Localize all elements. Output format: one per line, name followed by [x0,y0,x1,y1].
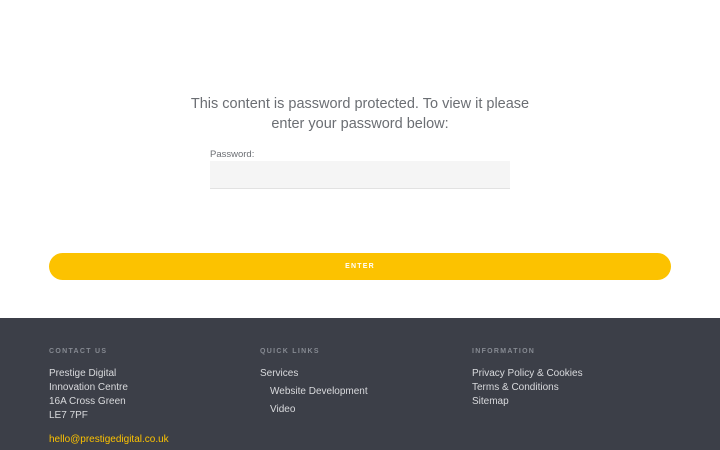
password-input[interactable] [210,161,510,189]
footer-information-column: INFORMATION Privacy Policy & Cookies Ter… [472,348,583,409]
address-line: LE7 7PF [49,410,88,421]
privacy-policy-link[interactable]: Privacy Policy & Cookies [472,367,583,381]
address-line: Innovation Centre [49,382,128,393]
footer-quick-links-column: QUICK LINKS Services Website Development… [260,348,368,417]
password-label: Password: [210,149,255,160]
terms-link[interactable]: Terms & Conditions [472,381,583,395]
address-line: Prestige Digital [49,368,117,379]
site-footer: CONTACT US Prestige Digital Innovation C… [0,318,720,450]
footer-contact-column: CONTACT US Prestige Digital Innovation C… [49,348,169,447]
information-heading: INFORMATION [472,348,536,355]
sitemap-link[interactable]: Sitemap [472,395,583,409]
contact-heading: CONTACT US [49,348,108,355]
main-content: This content is password protected. To v… [0,0,720,318]
address-line: 16A Cross Green [49,396,126,407]
video-link[interactable]: Video [260,403,368,417]
quick-links-heading: QUICK LINKS [260,348,320,355]
password-prompt-message: This content is password protected. To v… [190,96,530,132]
website-development-link[interactable]: Website Development [260,385,368,399]
services-link[interactable]: Services [260,367,368,381]
enter-button[interactable]: ENTER [49,253,671,280]
contact-email-link[interactable]: hello@prestigedigital.co.uk [49,433,169,447]
